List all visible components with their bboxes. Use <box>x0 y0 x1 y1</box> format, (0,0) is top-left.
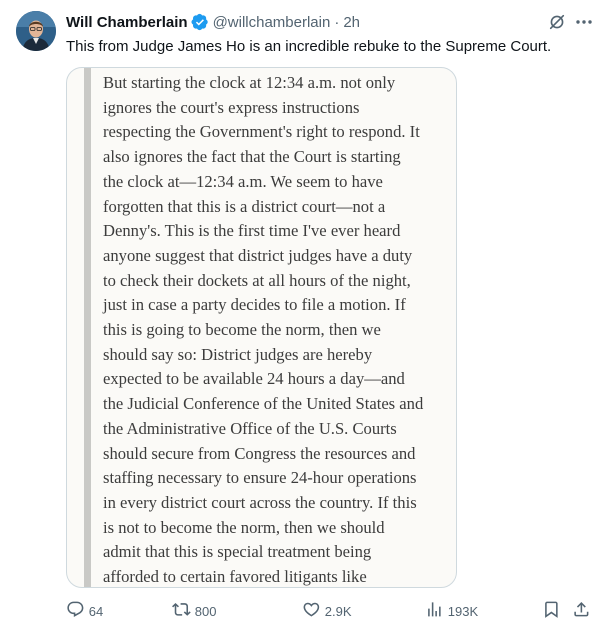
document-line: the Administrative Office of the U.S. Co… <box>103 418 397 438</box>
document-line: forgotten that this is a district court—… <box>103 196 386 216</box>
verified-badge-icon[interactable] <box>191 13 209 31</box>
document-line: Denny's. This is the first time I've eve… <box>103 221 401 241</box>
views-button[interactable]: 193K <box>425 600 478 622</box>
document-line: is not to become the norm, then we shoul… <box>103 517 385 537</box>
document-text: But starting the clock at 12:34 a.m. not… <box>103 71 453 587</box>
document-line: the clock at—12:34 a.m. We seem to have <box>103 171 383 191</box>
tweet-text: This from Judge James Ho is an incredibl… <box>66 38 552 55</box>
reply-button[interactable]: 64 <box>66 600 103 622</box>
share-icon <box>572 600 591 622</box>
bookmark-button[interactable] <box>542 600 561 622</box>
document-line: anyone suggest that district judges have… <box>103 245 413 265</box>
document-line: ignores the court's express instructions <box>103 97 360 117</box>
timestamp[interactable]: 2h <box>343 14 360 31</box>
repost-icon <box>172 600 191 622</box>
views-count: 193K <box>447 603 479 619</box>
grok-icon[interactable] <box>548 13 566 31</box>
reply-count: 64 <box>88 603 104 619</box>
tweet-header: Will Chamberlain @willchamberlain · 2h <box>66 12 360 32</box>
avatar[interactable] <box>16 11 56 51</box>
document-line: to check their dockets at all hours of t… <box>103 270 411 290</box>
display-name[interactable]: Will Chamberlain <box>66 14 188 31</box>
repost-button[interactable]: 800 <box>172 600 216 622</box>
user-handle[interactable]: @willchamberlain <box>213 14 331 31</box>
views-icon <box>425 600 444 622</box>
reply-icon <box>66 600 85 622</box>
like-button[interactable]: 2.9K <box>302 600 352 622</box>
document-line: afforded to certain favored litigants li… <box>103 567 367 587</box>
document-line: But starting the clock at 12:34 a.m. not… <box>103 73 396 92</box>
document-line: this is going to become the norm, then w… <box>103 320 381 340</box>
document-line: also ignores the fact that the Court is … <box>103 147 401 167</box>
repost-count: 800 <box>194 603 217 619</box>
like-icon <box>302 600 321 622</box>
document-line: just in case a party decides to file a m… <box>103 295 406 315</box>
document-line: expected to be available 24 hours a day—… <box>103 369 405 389</box>
like-count: 2.9K <box>324 603 352 619</box>
document-line: should say so: District judges are hereb… <box>103 344 373 364</box>
tweet-actions: 64 800 2.9K 193K <box>66 600 596 622</box>
document-line: staffing necessary to ensure 24-hour ope… <box>103 468 417 488</box>
document-line: admit that this is special treatment bei… <box>103 542 372 562</box>
tweet-media-image[interactable]: But starting the clock at 12:34 a.m. not… <box>66 67 457 588</box>
share-button[interactable] <box>572 600 591 622</box>
document-line: respecting the Government's right to res… <box>103 122 420 142</box>
bookmark-icon <box>542 600 561 622</box>
document-line: the Judicial Conference of the United St… <box>103 394 424 414</box>
document-line: in every district court across the count… <box>103 492 417 512</box>
document-margin-bar <box>84 68 91 587</box>
document-line: should secure from Congress the resource… <box>103 443 416 463</box>
more-icon[interactable] <box>574 12 594 32</box>
separator-dot: · <box>334 13 340 31</box>
